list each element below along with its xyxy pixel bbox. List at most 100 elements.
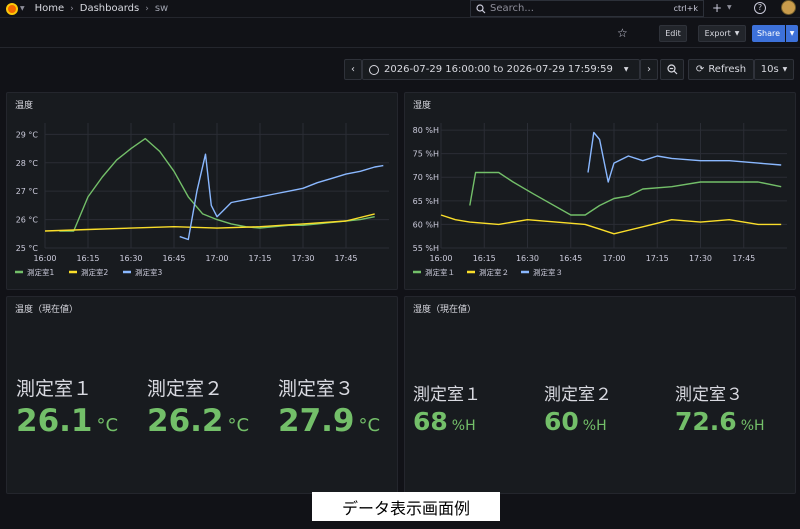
stat-value: 26.2 °C [147, 403, 249, 439]
refresh-interval-select[interactable]: 10s ▼ [754, 59, 794, 80]
x-tick-label: 16:00 [429, 254, 452, 263]
zoom-out-button[interactable] [660, 59, 684, 80]
zoom-out-icon [666, 64, 677, 75]
stat-value: 26.1 °C [16, 403, 118, 439]
grafana-logo-icon[interactable] [6, 2, 18, 15]
series-line [587, 131, 782, 183]
x-tick-label: 16:15 [473, 254, 496, 263]
stat-unit: %H [740, 418, 765, 434]
search-input[interactable]: Search... ctrl+k [470, 0, 704, 17]
legend-label: 測定室3 [135, 267, 162, 277]
panel-title: 温度（現在値） [15, 305, 79, 315]
share-button[interactable]: Share [752, 25, 785, 42]
chevron-left-icon: ‹ [351, 64, 355, 75]
stat-name: 測定室３ [675, 385, 743, 405]
x-tick-label: 17:45 [732, 254, 755, 263]
y-tick-label: 70 %H [413, 173, 439, 182]
series-line [469, 171, 782, 216]
stat-number: 60 [544, 407, 579, 436]
stat-name: 測定室１ [413, 385, 481, 405]
caption: データ表示画面例 [312, 492, 500, 521]
y-tick-label: 29 °C [16, 130, 39, 139]
y-tick-label: 75 %H [413, 150, 439, 159]
series-line [179, 153, 384, 241]
humidity-line-chart: 55 %H 60 %H 65 %H 70 %H 75 %H 80 %H 16:00 16:15… [413, 123, 787, 277]
temperature-stat-panel[interactable]: 温度（現在値） 測定室１ 26.1 °C 測定室２ 26.2 °C 測定室３ 27.… [6, 296, 398, 494]
x-tick-label: 17:00 [602, 254, 625, 263]
stat-room-1: 測定室１ 26.1 °C [16, 374, 118, 439]
refresh-label: Refresh [708, 64, 747, 75]
stat-name: 測定室１ [16, 378, 93, 400]
breadcrumb-home[interactable]: Home [35, 3, 65, 14]
x-tick-label: 17:30 [689, 254, 712, 263]
divider [0, 47, 800, 48]
time-range-picker[interactable]: 2026-07-29 16:00:00 to 2026-07-29 17:59:… [362, 59, 640, 80]
stat-value: 72.6 %H [675, 407, 765, 436]
stat-number: 72.6 [675, 407, 737, 436]
x-tick-label: 17:15 [248, 254, 271, 263]
refresh-icon: ⟳ [695, 64, 705, 75]
avatar[interactable] [781, 0, 796, 15]
legend-label: 測定室1 [27, 267, 54, 277]
stat-number: 26.2 [147, 403, 224, 439]
breadcrumb-dashboards[interactable]: Dashboards [80, 3, 139, 14]
stat-unit: °C [227, 415, 250, 436]
breadcrumb: Home › Dashboards › sw [35, 3, 169, 14]
stat-number: 27.9 [278, 403, 355, 439]
clock-icon [369, 64, 379, 75]
x-tick-label: 17:15 [646, 254, 669, 263]
stat-room-2: 測定室２ 60 %H [544, 380, 612, 436]
y-tick-label: 80 %H [413, 126, 439, 135]
x-tick-label: 17:45 [334, 254, 357, 263]
chevron-down-icon[interactable]: ▼ [727, 4, 732, 11]
x-tick-label: 16:30 [119, 254, 142, 263]
x-tick-label: 16:15 [76, 254, 99, 263]
star-icon[interactable]: ☆ [617, 26, 628, 40]
chevron-right-icon: › [647, 64, 651, 75]
stat-name: 測定室２ [544, 385, 612, 405]
chevron-right-icon: › [145, 3, 149, 14]
stat-unit: %H [451, 418, 476, 434]
stat-room-2: 測定室２ 26.2 °C [147, 374, 249, 439]
time-shift-back-button[interactable]: ‹ [344, 59, 362, 80]
refresh-interval-value: 10s [760, 64, 779, 75]
export-label: Export [704, 29, 731, 38]
stat-name: 測定室３ [278, 378, 355, 400]
legend-label: 測定室2 [81, 267, 108, 277]
y-tick-label: 60 %H [413, 220, 439, 229]
breadcrumb-current: sw [154, 3, 169, 14]
legend-label: 測定室３ [533, 267, 563, 277]
stat-room-3: 測定室３ 72.6 %H [675, 380, 765, 436]
x-tick-label: 17:30 [291, 254, 314, 263]
humidity-stat-panel[interactable]: 湿度（現在値） 測定室１ 68 %H 測定室２ 60 %H 測定室３ 72.6 %H [404, 296, 796, 494]
export-button[interactable]: Export ▼ [698, 25, 746, 42]
refresh-button[interactable]: ⟳ Refresh [688, 59, 754, 80]
plus-icon[interactable]: + [712, 1, 722, 15]
help-icon[interactable]: ? [754, 2, 766, 14]
stat-value: 60 %H [544, 407, 612, 436]
edit-button[interactable]: Edit [659, 25, 687, 42]
search-shortcut: ctrl+k [673, 4, 698, 13]
x-tick-label: 16:00 [33, 254, 56, 263]
stat-value: 27.9 °C [278, 403, 380, 439]
stat-unit: °C [96, 415, 119, 436]
y-tick-label: 65 %H [413, 197, 439, 206]
stat-name: 測定室２ [147, 378, 224, 400]
humidity-chart-panel[interactable]: 湿度 55 %H 60 %H 65 %H 70 %H 75 %H 80 %H 16:00 16… [404, 92, 796, 290]
temperature-line-chart: 25 °C 26 °C 27 °C 28 °C 29 °C 16:00 16:15 16:30… [15, 123, 389, 277]
legend-label: 測定室１ [425, 267, 455, 277]
x-tick-label: 16:45 [559, 254, 582, 263]
chevron-down-icon: ▼ [623, 66, 629, 73]
chevron-down-icon[interactable]: ▼ [20, 5, 25, 12]
stat-unit: °C [358, 415, 381, 436]
chevron-down-icon: ▼ [789, 30, 795, 37]
divider [0, 17, 800, 18]
stat-room-3: 測定室３ 27.9 °C [278, 374, 380, 439]
y-tick-label: 55 %H [413, 244, 439, 253]
y-tick-label: 26 °C [16, 216, 39, 225]
stat-unit: %H [582, 418, 607, 434]
share-menu-button[interactable]: ▼ [786, 25, 798, 42]
time-shift-forward-button[interactable]: › [640, 59, 658, 80]
stat-room-1: 測定室１ 68 %H [413, 380, 481, 436]
temperature-chart-panel[interactable]: 温度 25 °C 26 °C 27 °C 28 °C 29 °C 16:00 16:15 16… [6, 92, 398, 290]
